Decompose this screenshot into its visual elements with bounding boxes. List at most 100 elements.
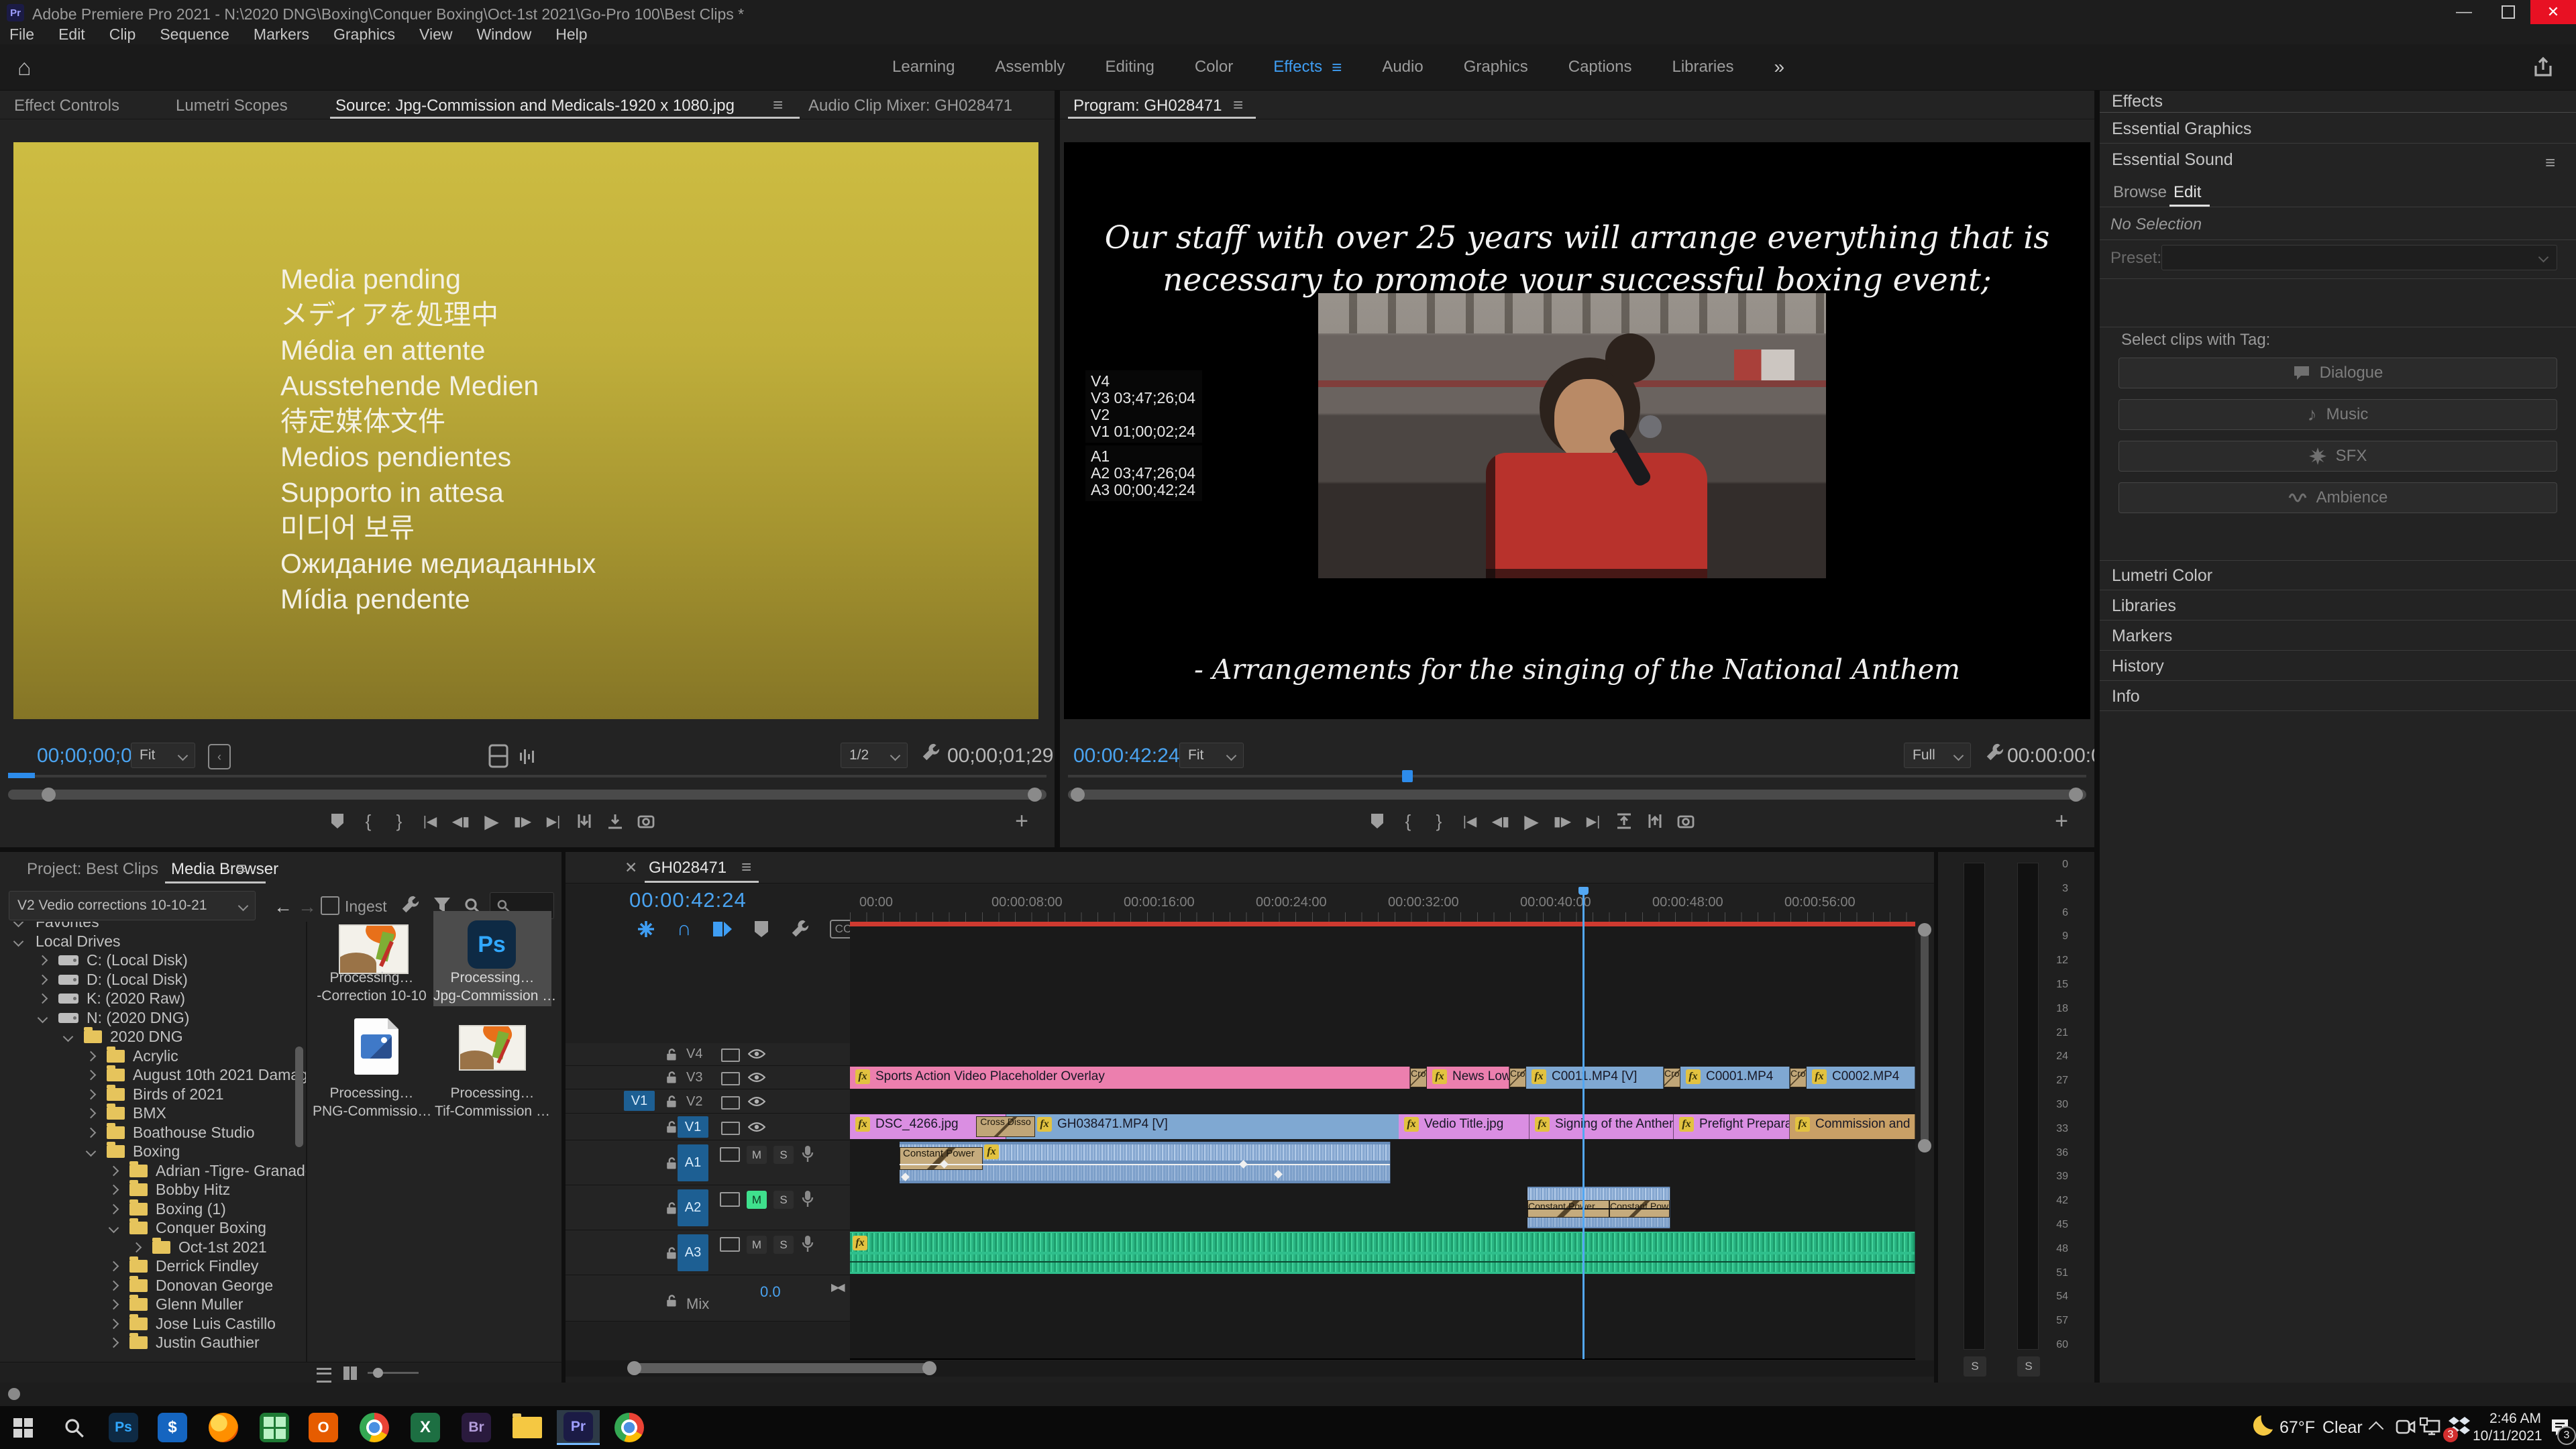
taskbar-excel-icon[interactable]: X	[404, 1410, 447, 1445]
tab-effect-controls[interactable]: Effect Controls	[14, 97, 119, 115]
audio-clip-a3[interactable]: fx	[850, 1232, 1915, 1274]
lift-icon[interactable]	[1609, 807, 1640, 835]
solo-button-a3[interactable]: S	[773, 1236, 794, 1254]
tree-item-glenn[interactable]: Glenn Muller	[0, 1295, 303, 1313]
add-marker-icon[interactable]	[322, 807, 353, 835]
panel-essential-sound[interactable]: Essential Sound	[2100, 146, 2576, 174]
tab-source-active[interactable]: Source: Jpg-Commission and Medicals-1920…	[335, 97, 735, 115]
tree-item-conquer-boxing[interactable]: Conquer Boxing	[0, 1218, 303, 1237]
transition-constant-power[interactable]: Constant Power	[900, 1147, 983, 1170]
tree-item-birds[interactable]: Birds of 2021	[0, 1085, 303, 1104]
track-label-a3-targeted[interactable]: A3	[678, 1234, 708, 1271]
taskbar-explorer-icon[interactable]	[506, 1410, 549, 1445]
tree-item-adrian[interactable]: Adrian -Tigre- Granados	[0, 1161, 303, 1180]
tree-item-boathouse[interactable]: Boathouse Studio	[0, 1123, 303, 1142]
drag-audio-icon[interactable]	[520, 749, 534, 764]
tag-ambience-button[interactable]: Ambience	[2118, 482, 2557, 513]
transition-cross-dissolve[interactable]: Cro	[1509, 1068, 1526, 1087]
lock-icon[interactable]	[666, 1294, 678, 1307]
go-to-out-icon[interactable]: ▶|	[538, 807, 569, 835]
media-browser-menu-icon[interactable]: ≡	[236, 858, 246, 879]
preset-dropdown[interactable]	[2161, 245, 2557, 270]
tab-audio-clip-mixer[interactable]: Audio Clip Mixer: GH028471	[808, 97, 1012, 115]
clip-c0001[interactable]: fxC0001.MP4	[1680, 1067, 1790, 1089]
tab-lumetri-scopes[interactable]: Lumetri Scopes	[176, 97, 288, 115]
workspace-tab-libraries[interactable]: Libraries	[1672, 58, 1733, 76]
panel-libraries[interactable]: Libraries	[2100, 592, 2576, 620]
tray-display-icon[interactable]	[2419, 1417, 2442, 1437]
track-label-a1-targeted[interactable]: A1	[678, 1144, 708, 1181]
taskbar-chrome-icon-2[interactable]	[608, 1410, 651, 1445]
workspace-tab-graphics[interactable]: Graphics	[1464, 58, 1528, 76]
hscroll-zoom-handle-left[interactable]	[627, 1361, 641, 1375]
tree-item-oct-1st[interactable]: Oct-1st 2021	[0, 1238, 303, 1256]
lock-icon[interactable]	[666, 1246, 678, 1260]
program-playhead-marker[interactable]	[1402, 770, 1413, 782]
tree-item-local-drives[interactable]: Local Drives	[0, 932, 303, 951]
program-zoom-scrollbar[interactable]	[1068, 790, 2086, 800]
media-browser-settings-icon[interactable]	[400, 895, 420, 915]
panel-info[interactable]: Info	[2100, 682, 2576, 710]
list-view-icon[interactable]	[317, 1368, 331, 1383]
linked-selection-icon[interactable]	[712, 919, 733, 939]
workspace-tab-learning[interactable]: Learning	[892, 58, 955, 76]
source-patch-v1[interactable]: V1	[624, 1091, 655, 1111]
back-arrow-icon[interactable]: ←	[274, 896, 292, 918]
tray-camera-icon[interactable]	[2394, 1417, 2416, 1437]
menu-clip[interactable]: Clip	[109, 25, 136, 44]
tree-item-derrick[interactable]: Derrick Findley	[0, 1256, 303, 1275]
add-marker-icon[interactable]	[1362, 807, 1393, 835]
taskbar-chrome-icon[interactable]	[353, 1410, 396, 1445]
track-target-icon[interactable]	[720, 1192, 740, 1207]
source-panel-menu-icon[interactable]: ≡	[773, 95, 783, 115]
tree-item-drive-n[interactable]: N: (2020 DNG)	[0, 1008, 303, 1027]
clip-sports-action-overlay[interactable]: fxSports Action Video Placeholder Overla…	[850, 1067, 1410, 1089]
tree-item-august[interactable]: August 10th 2021 Damage	[0, 1065, 303, 1084]
thumbnail-view-icon[interactable]	[343, 1366, 357, 1380]
source-zoom-handle-left[interactable]	[42, 788, 56, 802]
mute-button-a2-active[interactable]: M	[747, 1191, 767, 1209]
track-visibility-eye-icon[interactable]	[748, 1072, 765, 1083]
nest-toggle-icon[interactable]	[635, 918, 657, 940]
track-target-icon[interactable]	[721, 1122, 740, 1135]
clip-news-lower-third[interactable]: fxNews Lower Third	[1427, 1067, 1509, 1089]
source-button-editor-icon[interactable]: +	[1006, 807, 1037, 835]
tree-item-donovan[interactable]: Donovan George	[0, 1276, 303, 1295]
lock-icon[interactable]	[666, 1201, 678, 1215]
tab-program-active[interactable]: Program: GH028471	[1073, 97, 1222, 115]
ingest-checkbox[interactable]	[321, 896, 339, 915]
timeline-wrench-icon[interactable]	[790, 919, 810, 939]
tree-item-2020-dng[interactable]: 2020 DNG	[0, 1027, 303, 1046]
source-scrub-track[interactable]	[8, 775, 1046, 777]
program-scrub-track[interactable]	[1068, 775, 2086, 777]
step-forward-icon[interactable]: ▮▶	[507, 807, 538, 835]
thumbnail-png-file[interactable]	[354, 1018, 398, 1075]
thumbnail-photoshop-file[interactable]: Ps	[468, 920, 516, 969]
track-label-v1-targeted[interactable]: V1	[678, 1116, 708, 1138]
tree-item-bmx[interactable]: BMX	[0, 1104, 303, 1122]
workspace-tab-effects-active[interactable]: Effects≡	[1273, 57, 1342, 78]
lock-icon[interactable]	[666, 1048, 678, 1061]
marker-icon[interactable]	[753, 920, 769, 938]
transition-cross-dissolve[interactable]: Cro	[1790, 1068, 1807, 1087]
program-button-editor-icon[interactable]: +	[2046, 807, 2077, 835]
tree-item-drive-c[interactable]: C: (Local Disk)	[0, 951, 303, 969]
track-target-icon[interactable]	[721, 1096, 740, 1110]
playhead-grip[interactable]	[1578, 887, 1589, 895]
clip-vedio-title[interactable]: fxVedio Title.jpg	[1399, 1114, 1529, 1139]
extract-icon[interactable]	[1640, 807, 1670, 835]
transition-cross-dissolve[interactable]: Cro	[1664, 1068, 1680, 1087]
menu-edit[interactable]: Edit	[58, 25, 85, 44]
panel-effects[interactable]: Effects	[2100, 91, 2576, 112]
thumbnail-correction[interactable]	[339, 924, 409, 974]
panel-lumetri-color[interactable]: Lumetri Color	[2100, 561, 2576, 590]
taskbar-premiere-icon-active[interactable]: Pr	[557, 1410, 600, 1445]
taskbar-search-icon[interactable]	[52, 1410, 95, 1445]
timeline-hscroll-thumb[interactable]	[631, 1363, 932, 1373]
tag-sfx-button[interactable]: SFX	[2118, 441, 2557, 472]
tree-item-favorites[interactable]: Favorites	[0, 922, 303, 931]
export-frame-icon[interactable]	[1670, 807, 1701, 835]
step-forward-icon[interactable]: ▮▶	[1547, 807, 1578, 835]
program-wrench-icon[interactable]	[1984, 743, 2004, 763]
vscroll-handle-top[interactable]	[1918, 923, 1931, 936]
